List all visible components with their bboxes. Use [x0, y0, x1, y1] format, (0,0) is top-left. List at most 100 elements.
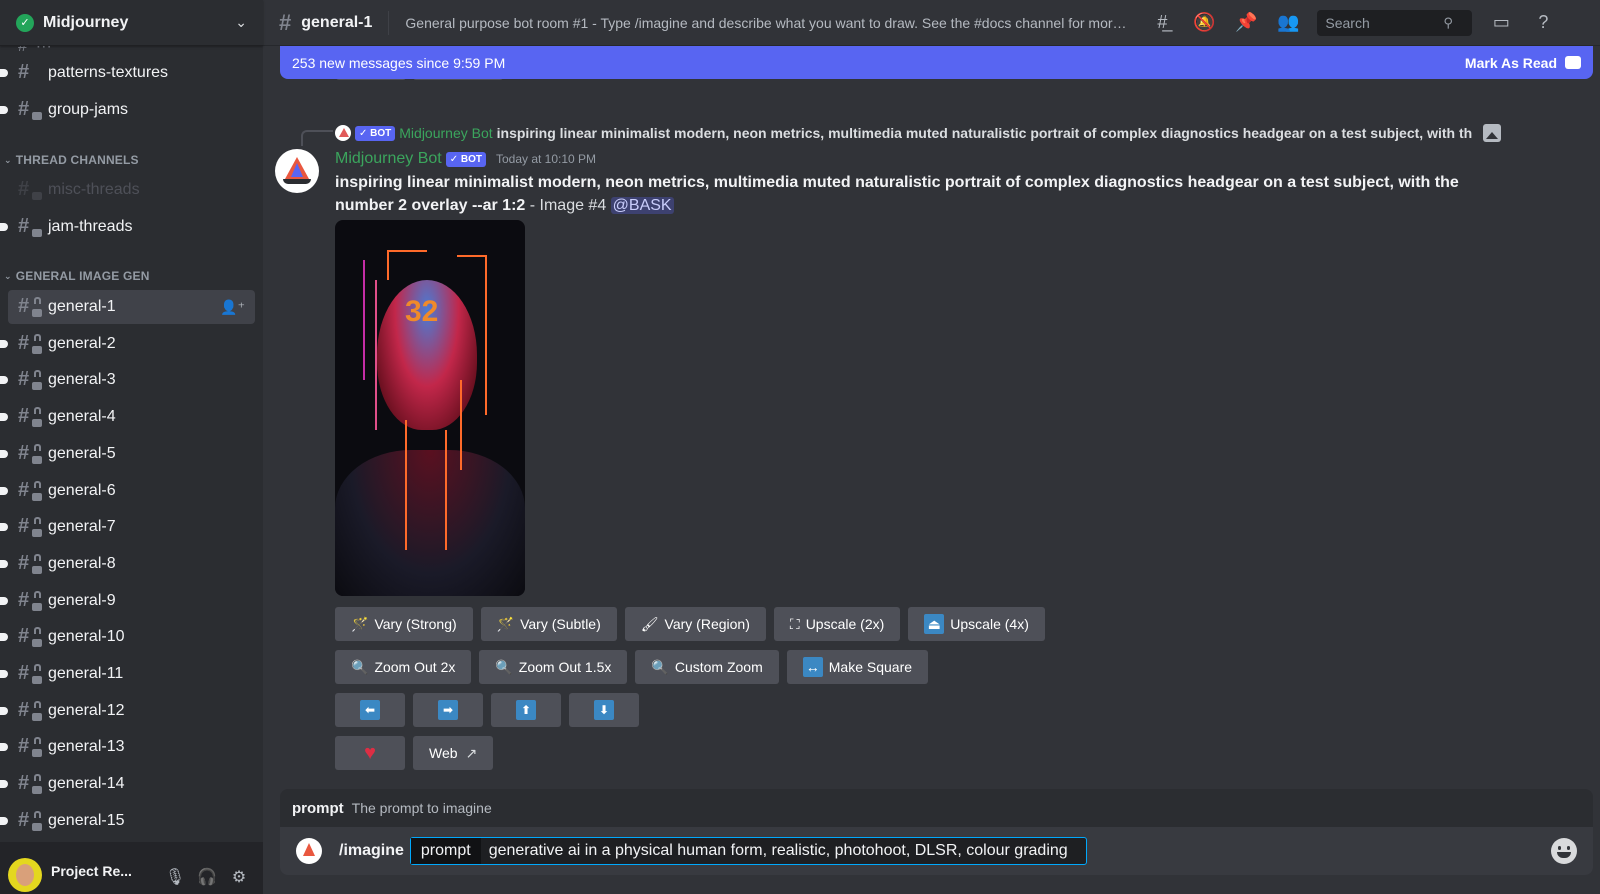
channel-general-3[interactable]: # general-3 — [0, 363, 255, 397]
pin-icon[interactable]: 📌 — [1234, 11, 1258, 35]
channel-general-7[interactable]: # general-7 — [0, 510, 255, 544]
favorite-button[interactable]: ♥ — [335, 736, 405, 770]
option-description: The prompt to imagine — [351, 800, 492, 816]
reaction-row: ♥ Web ↗ — [335, 736, 494, 770]
upscale-4x-button[interactable]: ⏏ Upscale (4x) — [908, 607, 1045, 641]
gear-icon[interactable]: ⚙ — [223, 861, 255, 893]
channel-general-1[interactable]: # general-1 👤⁺ — [8, 290, 255, 324]
verified-check-icon: ✓ — [16, 13, 34, 32]
mark-read-icon — [1565, 56, 1581, 69]
category-thread-channels[interactable]: ⌄ THREAD CHANNELS — [4, 150, 139, 170]
channel-general-4[interactable]: # general-4 — [0, 400, 255, 434]
channel-misc-threads[interactable]: # misc-threads — [8, 173, 255, 207]
bot-avatar[interactable] — [275, 149, 319, 193]
chevron-down-icon[interactable]: ⌄ — [235, 14, 247, 31]
unread-indicator — [0, 743, 8, 752]
command-option-hint[interactable]: prompt The prompt to imagine — [280, 789, 1593, 827]
channel-title: general-1 — [301, 13, 373, 31]
pan-right-button[interactable]: ➡ — [413, 693, 483, 727]
paintbrush-icon: 🖌 — [640, 615, 659, 632]
mark-as-read-label: Mark As Read — [1464, 54, 1557, 71]
image-overlay-number: 32 — [405, 295, 439, 328]
locked-thread-channel-icon: # — [18, 772, 42, 795]
prompt-option-field[interactable]: prompt — [409, 837, 1087, 865]
channel-general-2[interactable]: # general-2 — [0, 327, 255, 361]
category-general-image-gen[interactable]: ⌄ GENERAL IMAGE GEN — [4, 266, 150, 286]
channel-list[interactable]: # ··· # patterns-textures # group-jams ⌄… — [0, 46, 263, 836]
header-toolbar: #̲ 🔕 📌 👥 ⚲ ▭ ? — [1141, 9, 1564, 36]
custom-zoom-button[interactable]: 🔍 Custom Zoom — [635, 650, 779, 684]
reply-preview[interactable]: ✓ BOT Midjourney Bot inspiring linear mi… — [335, 123, 1501, 143]
channel-general-13[interactable]: # general-13 — [0, 730, 255, 764]
new-messages-text[interactable]: 253 new messages since 9:59 PM — [292, 55, 1465, 71]
channel-name: general-13 — [48, 738, 125, 756]
vary-strong-button[interactable]: 🪄 Vary (Strong) — [335, 607, 473, 641]
message-list[interactable]: ✓ BOT Midjourney Bot inspiring linear mi… — [263, 46, 1600, 804]
new-messages-bar[interactable]: 253 new messages since 9:59 PM Mark As R… — [280, 46, 1593, 79]
channel-general-9[interactable]: # general-9 — [0, 584, 255, 618]
reply-author[interactable]: Midjourney Bot — [399, 125, 492, 141]
channel-general-8[interactable]: # general-8 — [0, 547, 255, 581]
vary-subtle-button[interactable]: 🪄 Vary (Subtle) — [480, 607, 617, 641]
thread-channel-icon: # — [18, 178, 42, 200]
add-member-icon[interactable]: 👤⁺ — [220, 299, 245, 316]
pan-row: ⬅ ➡ ⬆ ⬇ — [335, 693, 639, 727]
reply-text[interactable]: inspiring linear minimalist modern, neon… — [497, 125, 1479, 141]
message-author[interactable]: Midjourney Bot — [335, 150, 442, 168]
help-icon[interactable]: ? — [1531, 11, 1555, 35]
external-link-icon: ↗ — [465, 744, 478, 761]
left-right-arrow-icon: ↔ — [802, 657, 823, 677]
channel-general-10[interactable]: # general-10 — [0, 620, 255, 654]
channel-general-6[interactable]: # general-6 — [0, 474, 255, 508]
channel-group-jams[interactable]: # group-jams — [0, 93, 255, 127]
upscale-2x-button[interactable]: ⛶ Upscale (2x) — [773, 607, 901, 641]
message-header: Midjourney Bot ✓ BOT Today at 10:10 PM — [335, 148, 596, 170]
prompt-input[interactable] — [480, 838, 1086, 864]
channel-patterns-textures[interactable]: # patterns-textures — [0, 56, 255, 90]
member-list-icon[interactable]: 👥 — [1276, 11, 1300, 35]
unread-indicator — [0, 106, 8, 114]
channel-general-14[interactable]: # general-14 — [0, 767, 255, 801]
headphones-icon[interactable]: 🎧 — [191, 861, 223, 893]
user-avatar[interactable] — [8, 858, 42, 892]
chevron-down-icon: ⌄ — [4, 154, 12, 165]
channel-name: general-1 — [48, 298, 116, 315]
category-label: GENERAL IMAGE GEN — [15, 269, 150, 283]
channel-name: general-5 — [48, 444, 116, 462]
pan-left-button[interactable]: ⬅ — [335, 693, 405, 727]
unread-indicator — [0, 706, 8, 715]
channel-jam-threads[interactable]: # jam-threads — [0, 210, 255, 244]
inbox-icon[interactable]: ▭ — [1489, 11, 1513, 35]
generated-image[interactable]: 32 — [335, 220, 525, 596]
channel-general-5[interactable]: # general-5 — [0, 437, 255, 471]
web-button[interactable]: Web ↗ — [413, 736, 494, 770]
user-mention[interactable]: @BASK — [610, 197, 674, 214]
channel-general-11[interactable]: # general-11 — [0, 657, 255, 691]
server-header[interactable]: ✓ Midjourney ⌄ — [0, 0, 263, 46]
mark-as-read-button[interactable]: Mark As Read — [1465, 55, 1581, 71]
locked-thread-channel-icon: # — [18, 589, 42, 611]
locked-thread-channel-icon: # — [18, 295, 42, 317]
channel-name: general-15 — [48, 811, 125, 829]
pan-up-button[interactable]: ⬆ — [491, 693, 561, 727]
search-input[interactable] — [1325, 14, 1444, 31]
threads-icon[interactable]: #̲ — [1150, 11, 1174, 35]
channel-topic[interactable]: General purpose bot room #1 - Type /imag… — [405, 15, 1127, 31]
prompt-text: inspiring linear minimalist modern, neon… — [335, 174, 1459, 214]
pan-down-button[interactable]: ⬇ — [569, 693, 639, 727]
channel-general-12[interactable]: # general-12 — [0, 694, 255, 728]
notification-bell-muted-icon[interactable]: 🔕 — [1192, 11, 1216, 35]
emoji-icon[interactable] — [1551, 838, 1577, 864]
zoom-out-1-5x-button[interactable]: 🔍 Zoom Out 1.5x — [479, 650, 628, 684]
user-name[interactable]: Project Re... — [51, 863, 159, 879]
channel-general-15[interactable]: # general-15 — [0, 804, 255, 836]
button-label: Web — [429, 745, 458, 761]
make-square-button[interactable]: ↔ Make Square — [786, 650, 929, 684]
search-box[interactable]: ⚲ — [1317, 9, 1473, 36]
microphone-icon[interactable]: 🎙 — [159, 861, 191, 893]
partial-channel: # ··· — [18, 46, 52, 55]
button-label: Zoom Out 2x — [374, 659, 456, 675]
unread-indicator — [0, 486, 8, 495]
vary-region-button[interactable]: 🖌 Vary (Region) — [624, 607, 766, 641]
zoom-out-2x-button[interactable]: 🔍 Zoom Out 2x — [335, 650, 472, 684]
